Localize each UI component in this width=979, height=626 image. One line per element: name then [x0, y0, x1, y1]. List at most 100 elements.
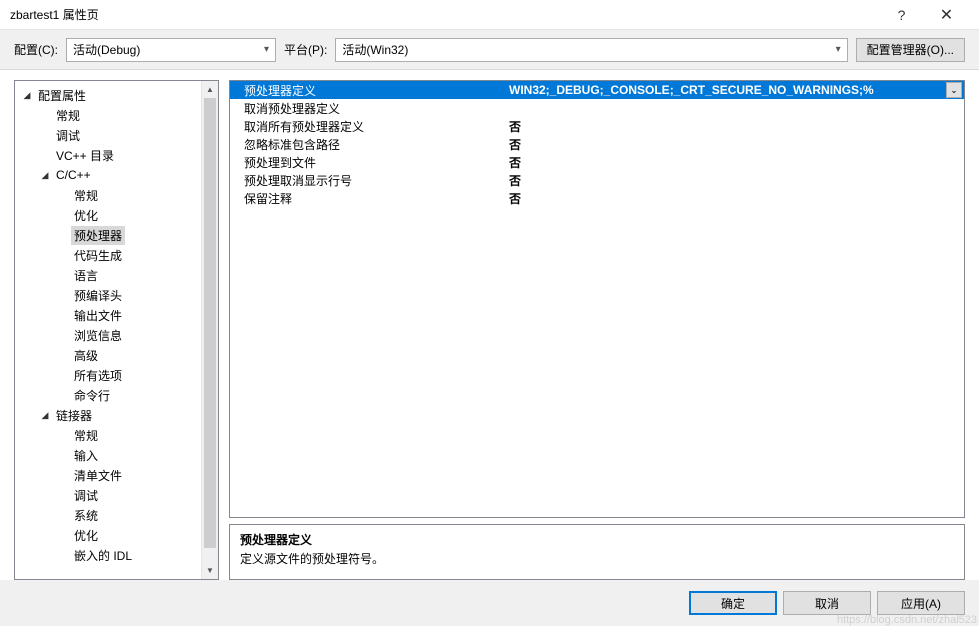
- description-header: 预处理器定义: [240, 531, 954, 548]
- tree-expander-icon[interactable]: ◢: [21, 90, 33, 101]
- window-title: zbartest1 属性页: [10, 6, 879, 23]
- tree-node[interactable]: 嵌入的 IDL: [15, 545, 218, 565]
- tree-node[interactable]: 所有选项: [15, 365, 218, 385]
- grid-cell-name: 预处理器定义: [230, 82, 505, 99]
- grid-value-text: 否: [509, 172, 521, 189]
- tree-node[interactable]: ◢配置属性: [15, 85, 218, 105]
- grid-cell-name: 忽略标准包含路径: [230, 136, 505, 153]
- tree-node-label: 系统: [71, 506, 101, 525]
- tree-node[interactable]: ◢C/C++: [15, 165, 218, 185]
- right-pane: 预处理器定义WIN32;_DEBUG;_CONSOLE;_CRT_SECURE_…: [229, 80, 965, 580]
- property-grid[interactable]: 预处理器定义WIN32;_DEBUG;_CONSOLE;_CRT_SECURE_…: [230, 81, 964, 207]
- tree-expander-icon[interactable]: ◢: [39, 170, 51, 181]
- tree-node-label: 常规: [71, 186, 101, 205]
- apply-button[interactable]: 应用(A): [877, 591, 965, 615]
- config-combo-value: 活动(Debug): [73, 41, 140, 58]
- property-tree[interactable]: ◢配置属性常规调试VC++ 目录◢C/C++常规优化预处理器代码生成语言预编译头…: [15, 81, 218, 579]
- close-button[interactable]: ✕: [924, 5, 969, 25]
- tree-node-label: 浏览信息: [71, 326, 125, 345]
- grid-row[interactable]: 保留注释否: [230, 189, 964, 207]
- config-label: 配置(C):: [14, 41, 58, 58]
- grid-cell-name: 预处理取消显示行号: [230, 172, 505, 189]
- platform-combo[interactable]: 活动(Win32) ▾: [335, 38, 847, 62]
- tree-node-label: 链接器: [53, 406, 95, 425]
- grid-value-text: 否: [509, 154, 521, 171]
- grid-cell-value[interactable]: 否: [505, 172, 964, 189]
- tree-node[interactable]: 浏览信息: [15, 325, 218, 345]
- tree-node-label: 清单文件: [71, 466, 125, 485]
- tree-node[interactable]: 输出文件: [15, 305, 218, 325]
- tree-node[interactable]: 调试: [15, 125, 218, 145]
- tree-node-label: VC++ 目录: [53, 146, 117, 165]
- scroll-up-icon[interactable]: ▲: [202, 81, 218, 98]
- platform-combo-value: 活动(Win32): [342, 41, 408, 58]
- tree-node[interactable]: 常规: [15, 185, 218, 205]
- grid-value-text: 否: [509, 118, 521, 135]
- tree-node[interactable]: ◢链接器: [15, 405, 218, 425]
- grid-row[interactable]: 预处理器定义WIN32;_DEBUG;_CONSOLE;_CRT_SECURE_…: [230, 81, 964, 99]
- tree-node-label: 命令行: [71, 386, 113, 405]
- chevron-down-icon: ▾: [264, 44, 269, 55]
- tree-node-label: 高级: [71, 346, 101, 365]
- tree-node[interactable]: 优化: [15, 205, 218, 225]
- tree-node[interactable]: 系统: [15, 505, 218, 525]
- ok-button[interactable]: 确定: [689, 591, 777, 615]
- config-manager-label: 配置管理器(O)...: [867, 41, 954, 58]
- tree-pane: ◢配置属性常规调试VC++ 目录◢C/C++常规优化预处理器代码生成语言预编译头…: [14, 80, 219, 580]
- tree-node[interactable]: 预处理器: [15, 225, 218, 245]
- apply-label: 应用(A): [901, 595, 941, 612]
- grid-cell-value[interactable]: 否: [505, 136, 964, 153]
- toolbar: 配置(C): 活动(Debug) ▾ 平台(P): 活动(Win32) ▾ 配置…: [0, 30, 979, 70]
- tree-node[interactable]: 常规: [15, 105, 218, 125]
- tree-node[interactable]: 优化: [15, 525, 218, 545]
- help-button[interactable]: ?: [879, 7, 924, 23]
- grid-cell-name: 保留注释: [230, 190, 505, 207]
- scroll-thumb[interactable]: [204, 98, 216, 548]
- tree-node[interactable]: 常规: [15, 425, 218, 445]
- grid-cell-name: 预处理到文件: [230, 154, 505, 171]
- cancel-button[interactable]: 取消: [783, 591, 871, 615]
- tree-node-label: 常规: [71, 426, 101, 445]
- tree-node[interactable]: 高级: [15, 345, 218, 365]
- grid-row[interactable]: 取消所有预处理器定义否: [230, 117, 964, 135]
- tree-node[interactable]: 输入: [15, 445, 218, 465]
- grid-cell-value[interactable]: 否: [505, 118, 964, 135]
- titlebar: zbartest1 属性页 ? ✕: [0, 0, 979, 30]
- footer: 确定 取消 应用(A) https://blog.csdn.net/zhal52…: [0, 580, 979, 626]
- tree-node[interactable]: 语言: [15, 265, 218, 285]
- tree-node-label: 所有选项: [71, 366, 125, 385]
- tree-node[interactable]: 清单文件: [15, 465, 218, 485]
- grid-cell-value[interactable]: WIN32;_DEBUG;_CONSOLE;_CRT_SECURE_NO_WAR…: [505, 82, 964, 98]
- tree-node-label: 预处理器: [71, 226, 125, 245]
- grid-cell-value[interactable]: 否: [505, 190, 964, 207]
- config-combo[interactable]: 活动(Debug) ▾: [66, 38, 276, 62]
- config-manager-button[interactable]: 配置管理器(O)...: [856, 38, 965, 62]
- ok-label: 确定: [721, 595, 745, 612]
- chevron-down-icon[interactable]: ⌄: [946, 82, 962, 98]
- tree-node-label: 输出文件: [71, 306, 125, 325]
- grid-cell-name: 取消预处理器定义: [230, 100, 505, 117]
- grid-row[interactable]: 预处理到文件否: [230, 153, 964, 171]
- tree-node-label: 配置属性: [35, 86, 89, 105]
- watermark: https://blog.csdn.net/zhal523: [837, 614, 977, 626]
- tree-node[interactable]: VC++ 目录: [15, 145, 218, 165]
- tree-node[interactable]: 代码生成: [15, 245, 218, 265]
- tree-node-label: 调试: [53, 126, 83, 145]
- scroll-down-icon[interactable]: ▼: [202, 562, 218, 579]
- tree-expander-icon[interactable]: ◢: [39, 410, 51, 421]
- grid-row[interactable]: 取消预处理器定义: [230, 99, 964, 117]
- platform-label: 平台(P):: [284, 41, 327, 58]
- chevron-down-icon: ▾: [836, 44, 841, 55]
- grid-cell-value[interactable]: 否: [505, 154, 964, 171]
- tree-node[interactable]: 预编译头: [15, 285, 218, 305]
- tree-node-label: 预编译头: [71, 286, 125, 305]
- tree-node-label: 代码生成: [71, 246, 125, 265]
- tree-node-label: 嵌入的 IDL: [71, 546, 135, 565]
- tree-node[interactable]: 命令行: [15, 385, 218, 405]
- description-body: 定义源文件的预处理符号。: [240, 550, 954, 567]
- grid-row[interactable]: 预处理取消显示行号否: [230, 171, 964, 189]
- main-area: ◢配置属性常规调试VC++ 目录◢C/C++常规优化预处理器代码生成语言预编译头…: [0, 70, 979, 580]
- grid-row[interactable]: 忽略标准包含路径否: [230, 135, 964, 153]
- tree-node[interactable]: 调试: [15, 485, 218, 505]
- tree-scrollbar[interactable]: ▲ ▼: [201, 81, 218, 579]
